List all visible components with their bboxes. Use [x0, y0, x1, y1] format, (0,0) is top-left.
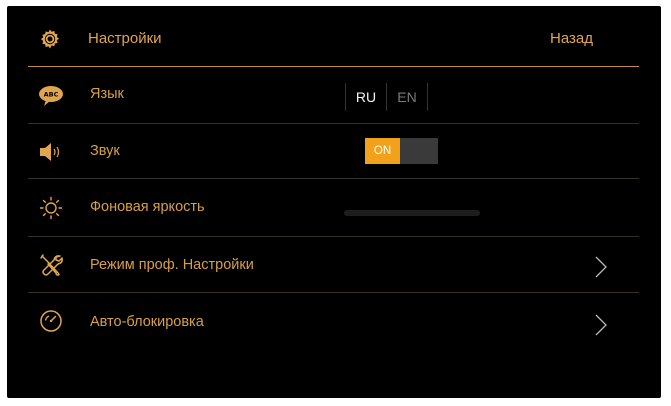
sound-label: Звук: [90, 143, 120, 159]
sound-row: Звук ON: [28, 124, 639, 179]
pro-settings-row[interactable]: Режим проф. Настройки: [28, 237, 639, 293]
language-label: Язык: [90, 86, 124, 102]
toggle-on-label: ON: [365, 138, 400, 164]
brightness-slider[interactable]: [344, 210, 480, 216]
language-selector: RU EN: [345, 82, 428, 112]
divider: [427, 83, 428, 111]
timer-icon: [40, 310, 62, 332]
brightness-label: Фоновая яркость: [90, 199, 205, 215]
language-option-en[interactable]: EN: [387, 89, 427, 105]
autolock-row[interactable]: Авто-блокировка: [28, 293, 639, 351]
header: Настройки Назад: [7, 6, 661, 67]
back-button[interactable]: Назад: [550, 30, 593, 47]
language-row: ABC Язык RU EN: [28, 67, 639, 124]
chevron-right-icon[interactable]: [593, 255, 609, 279]
pro-settings-label: Режим проф. Настройки: [90, 257, 254, 273]
chevron-right-icon[interactable]: [593, 313, 609, 337]
speaker-icon: [40, 143, 60, 161]
speech-bubble-abc-icon: ABC: [39, 86, 63, 106]
sound-toggle[interactable]: ON: [365, 138, 438, 164]
autolock-label: Авто-блокировка: [90, 314, 204, 330]
settings-screen: Настройки Назад ABC Язык RU EN Звук ON Ф…: [7, 6, 661, 398]
sun-icon: [39, 196, 63, 220]
tools-icon: [40, 254, 63, 276]
page-title: Настройки: [88, 30, 162, 47]
brightness-row: Фоновая яркость: [28, 179, 639, 237]
gear-icon: [40, 29, 60, 49]
svg-text:ABC: ABC: [44, 91, 59, 99]
language-option-ru[interactable]: RU: [346, 89, 386, 105]
